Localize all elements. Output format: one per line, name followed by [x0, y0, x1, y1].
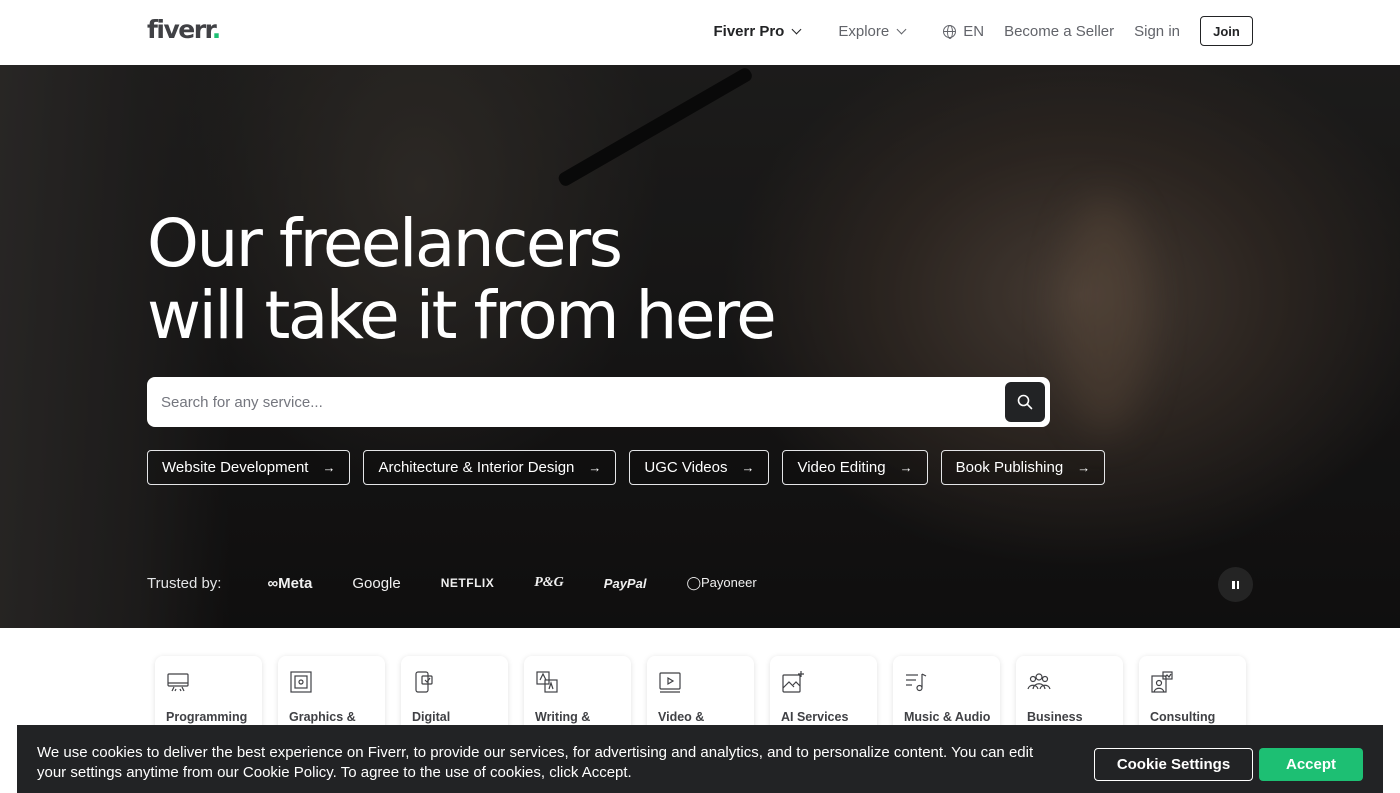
- pg-logo: P&G: [534, 575, 564, 590]
- category-label: Writing &: [535, 710, 591, 724]
- language-label: EN: [963, 22, 985, 40]
- fiverr-pro-label: Fiverr Pro: [713, 22, 785, 40]
- category-label: Business: [1027, 710, 1083, 724]
- search-bar: [147, 377, 1050, 427]
- pill-website-development[interactable]: Website Development →: [147, 450, 351, 485]
- arrow-right-icon: →: [899, 460, 913, 475]
- pill-ugc-videos[interactable]: UGC Videos →: [629, 450, 770, 485]
- consulting-icon: [1151, 671, 1173, 693]
- top-nav: Fiverr Pro Explore EN Become a Seller Si…: [713, 16, 1253, 46]
- video-play-icon: [659, 672, 681, 693]
- pill-label: Book Publishing: [955, 459, 1064, 476]
- arrow-right-icon: →: [588, 460, 602, 475]
- pill-architecture-interior-design[interactable]: Architecture & Interior Design →: [363, 450, 617, 485]
- accept-cookies-button[interactable]: Accept: [1259, 748, 1363, 781]
- headline-line-1: Our freelancers: [147, 205, 623, 282]
- arrow-right-icon: →: [322, 460, 336, 475]
- ai-image-icon: [782, 671, 804, 693]
- search-input[interactable]: [161, 377, 1001, 427]
- arrow-right-icon: →: [1077, 460, 1091, 475]
- pill-label: UGC Videos: [644, 459, 728, 476]
- globe-icon: [943, 24, 957, 39]
- chevron-down-icon: [896, 24, 907, 34]
- category-label: Programming: [166, 710, 248, 724]
- join-button[interactable]: Join: [1200, 16, 1253, 46]
- category-label: Graphics &: [289, 710, 356, 724]
- pause-video-button[interactable]: [1218, 567, 1253, 602]
- pause-icon: [1231, 576, 1240, 594]
- meta-logo: ∞Meta: [267, 574, 313, 592]
- category-label: Music & Audio: [904, 710, 991, 724]
- people-icon: [1027, 673, 1051, 690]
- hero-headline: Our freelancers will take it from here: [147, 205, 777, 354]
- cookie-settings-button[interactable]: Cookie Settings: [1094, 748, 1253, 781]
- translation-icon: [536, 671, 558, 693]
- cookie-message: We use cookies to deliver the best exper…: [37, 744, 1034, 781]
- pill-book-publishing[interactable]: Book Publishing →: [940, 450, 1106, 485]
- pill-label: Website Development: [162, 459, 309, 476]
- graphics-design-icon: [290, 671, 312, 693]
- hero-section: Our freelancers will take it from here W…: [0, 65, 1400, 628]
- trusted-by-row: Trusted by: ∞Meta Google NETFLIX P&G Pay…: [147, 571, 797, 595]
- explore-menu[interactable]: Explore: [838, 22, 907, 40]
- google-logo: Google: [352, 574, 401, 592]
- netflix-logo: NETFLIX: [440, 576, 495, 590]
- explore-label: Explore: [838, 22, 890, 40]
- arrow-right-icon: →: [741, 460, 755, 475]
- popular-services: Website Development → Architecture & Int…: [147, 450, 1106, 485]
- pill-label: Architecture & Interior Design: [378, 459, 575, 476]
- search-button[interactable]: [1005, 382, 1045, 422]
- fiverr-logo[interactable]: fiverr.: [147, 14, 221, 46]
- category-label: Digital: [412, 710, 451, 724]
- pill-video-editing[interactable]: Video Editing →: [782, 450, 928, 485]
- fiverr-pro-menu[interactable]: Fiverr Pro: [713, 22, 802, 40]
- payoneer-logo: ◯Payoneer: [686, 575, 757, 590]
- become-seller-link[interactable]: Become a Seller: [1004, 23, 1114, 40]
- music-note-icon: [906, 673, 927, 692]
- headline-line-2: will take it from here: [147, 277, 777, 354]
- cookie-banner: We use cookies to deliver the best exper…: [17, 725, 1383, 793]
- monitor-code-icon: [167, 673, 189, 692]
- chevron-down-icon: [791, 24, 802, 34]
- category-label: AI Services: [781, 710, 849, 724]
- digital-marketing-icon: [415, 671, 433, 693]
- site-header: fiverr. Fiverr Pro Explore EN Become a S…: [0, 0, 1400, 65]
- paypal-logo: PayPal: [603, 575, 647, 591]
- trusted-by-label: Trusted by:: [147, 574, 222, 592]
- category-label: Consulting: [1150, 710, 1216, 724]
- search-icon: [1017, 394, 1033, 410]
- language-selector[interactable]: EN: [943, 23, 984, 40]
- category-label: Video &: [658, 710, 705, 724]
- pill-label: Video Editing: [797, 459, 886, 476]
- sign-in-link[interactable]: Sign in: [1134, 23, 1180, 40]
